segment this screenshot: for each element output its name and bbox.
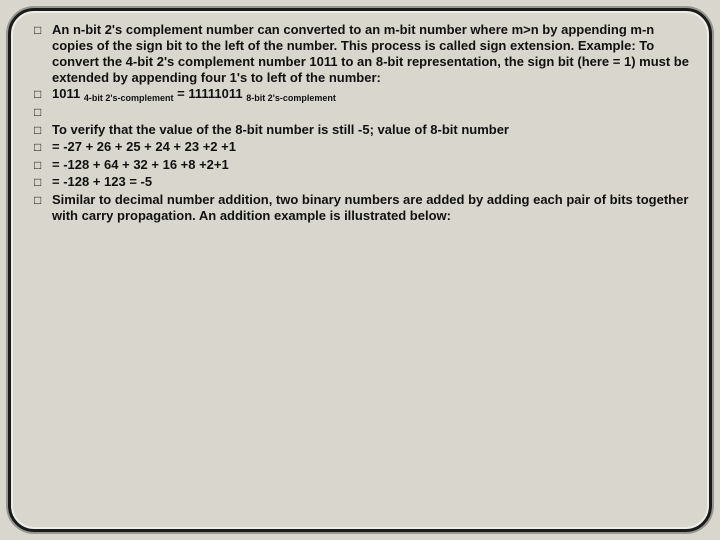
list-item: □ = -128 + 64 + 32 + 16 +8 +2+1 [34,157,696,174]
bullet-icon: □ [34,22,52,39]
bullet-icon: □ [34,139,52,156]
item-text: An n-bit 2's complement number can conve… [52,22,696,85]
item-text: 1011 4-bit 2's-complement = 11111011 8-b… [52,86,696,102]
list-item: □ [34,104,696,121]
list-item: □ 1011 4-bit 2's-complement = 11111011 8… [34,86,696,103]
subscript: 8-bit 2's-complement [246,93,336,103]
list-item: □ = -27 + 26 + 25 + 24 + 23 +2 +1 [34,139,696,156]
slide-content: □ An n-bit 2's complement number can con… [34,22,696,225]
bullet-icon: □ [34,86,52,103]
list-item: □ = -128 + 123 = -5 [34,174,696,191]
equation-mid: = 11111011 [174,86,247,101]
item-text: = -128 + 64 + 32 + 16 +8 +2+1 [52,157,696,173]
item-text: = -128 + 123 = -5 [52,174,696,190]
bullet-icon: □ [34,174,52,191]
item-text: = -27 + 26 + 25 + 24 + 23 +2 +1 [52,139,696,155]
list-item: □ An n-bit 2's complement number can con… [34,22,696,85]
bullet-icon: □ [34,157,52,174]
bullet-icon: □ [34,192,52,209]
item-text: To verify that the value of the 8-bit nu… [52,122,696,138]
item-text: Similar to decimal number addition, two … [52,192,696,224]
list-item: □ Similar to decimal number addition, tw… [34,192,696,224]
bullet-icon: □ [34,104,52,121]
list-item: □ To verify that the value of the 8-bit … [34,122,696,139]
equation-pre: 1011 [52,86,84,101]
bullet-icon: □ [34,122,52,139]
subscript: 4-bit 2's-complement [84,93,174,103]
slide: □ An n-bit 2's complement number can con… [0,0,720,540]
